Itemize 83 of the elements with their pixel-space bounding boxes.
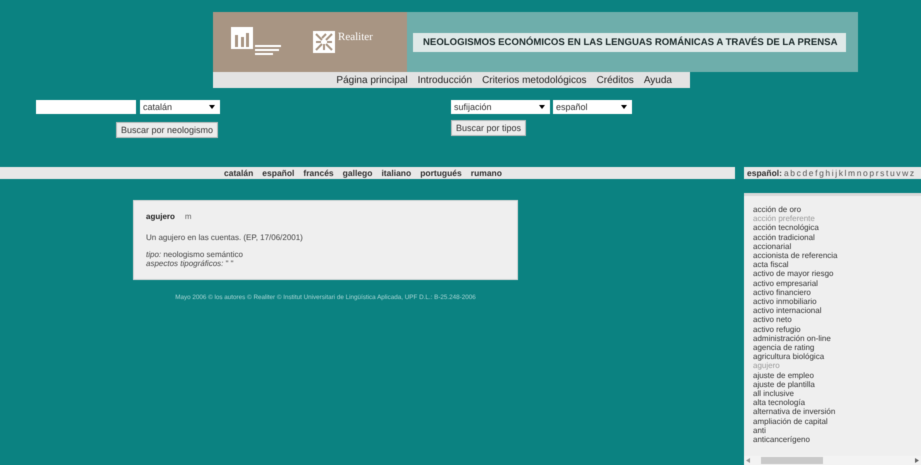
word-link[interactable]: all inclusive: [753, 389, 921, 398]
institute-logo: [231, 27, 283, 57]
caret-icon: [209, 105, 215, 109]
word-link[interactable]: activo refugio: [753, 324, 921, 334]
letter-link[interactable]: o: [863, 168, 868, 178]
letter-link[interactable]: c: [796, 168, 801, 178]
search-button[interactable]: Buscar por neologismo: [116, 122, 218, 138]
letter-link[interactable]: d: [802, 168, 808, 178]
field-label: tipo:: [146, 250, 162, 259]
word-link[interactable]: acción de oro: [753, 205, 921, 214]
word-link[interactable]: anti: [753, 426, 921, 436]
nav-link[interactable]: Introducción: [418, 74, 472, 86]
word-link[interactable]: activo de mayor riesgo: [753, 269, 921, 279]
alphabet-label: español:: [747, 168, 782, 178]
letter-link[interactable]: l: [844, 168, 846, 178]
word-link[interactable]: agencia de rating: [753, 343, 921, 352]
word-link[interactable]: alternativa de inversión: [753, 407, 921, 417]
word-link[interactable]: activo neto: [753, 315, 921, 325]
letter-link[interactable]: t: [886, 168, 888, 178]
word-link[interactable]: ajuste de empleo: [753, 370, 921, 380]
nav-link[interactable]: Página principal: [336, 74, 408, 86]
scroll-left-icon[interactable]: [746, 458, 750, 463]
dropdown[interactable]: español: [553, 100, 632, 114]
nav-link[interactable]: Criterios metodológicos: [482, 74, 587, 86]
language-link[interactable]: rumano: [470, 168, 502, 178]
word-link[interactable]: acción tradicional: [753, 232, 921, 242]
letter-link[interactable]: w: [902, 168, 908, 178]
letter-link[interactable]: g: [819, 168, 824, 178]
word-link[interactable]: acta fiscal: [753, 260, 921, 270]
search-field[interactable]: [36, 100, 136, 114]
word-link[interactable]: accionista de referencia: [753, 251, 921, 260]
letter-link[interactable]: f: [815, 168, 818, 178]
language-link[interactable]: portugués: [420, 168, 462, 178]
letter-link[interactable]: v: [896, 168, 901, 178]
language-link[interactable]: español: [262, 168, 294, 178]
letter-link[interactable]: i: [832, 168, 834, 178]
letter-link[interactable]: m: [848, 168, 856, 178]
search-button[interactable]: Buscar por tipos: [451, 120, 526, 136]
site-title: NEOLOGISMOS ECONÓMICOS EN LAS LENGUAS ROMÁNICAS A TRAVÉS DE LA PRENSA: [413, 32, 846, 52]
letter-link[interactable]: j: [835, 168, 838, 178]
language-link[interactable]: catalán: [224, 168, 254, 178]
caret-icon: [621, 105, 627, 109]
scroll-right-icon[interactable]: [915, 458, 919, 463]
language-link[interactable]: gallego: [342, 168, 372, 178]
word-link[interactable]: ajuste de plantilla: [753, 380, 921, 390]
word-link[interactable]: activo empresarial: [753, 278, 921, 288]
letter-link[interactable]: n: [856, 168, 862, 178]
grammar-category: m: [184, 212, 192, 221]
realiter-logo-icon: [313, 31, 335, 53]
language-link[interactable]: francés: [303, 168, 334, 178]
word-link[interactable]: administración on-line: [753, 334, 921, 344]
dropdown[interactable]: sufijación: [451, 100, 550, 114]
caret-icon: [539, 105, 545, 109]
language-link[interactable]: italiano: [381, 168, 412, 178]
word-link[interactable]: ampliación de capital: [753, 416, 921, 426]
word-link[interactable]: accionarial: [753, 242, 921, 252]
letter-link[interactable]: p: [869, 168, 874, 178]
dropdown[interactable]: catalán: [140, 100, 220, 114]
letter-link[interactable]: a: [784, 168, 789, 178]
letter-link[interactable]: r: [876, 168, 879, 178]
letter-link[interactable]: z: [910, 168, 914, 178]
word-link[interactable]: activo financiero: [753, 288, 921, 298]
letter-link[interactable]: k: [838, 168, 843, 178]
nav-link[interactable]: Créditos: [596, 74, 634, 86]
letter-link[interactable]: h: [825, 168, 830, 178]
word-link[interactable]: anticancerígeno: [753, 435, 921, 444]
letter-link[interactable]: s: [880, 168, 884, 178]
letter-link[interactable]: b: [790, 168, 796, 178]
word-link[interactable]: activo internacional: [753, 306, 921, 316]
word-link[interactable]: alta tecnología: [753, 398, 921, 408]
field-value: neologismo semántico: [163, 250, 243, 259]
field-label: aspectos tipográficos:: [146, 259, 224, 268]
headword: agujero: [146, 212, 175, 221]
example-sentence: Un agujero en las cuentas. (EP, 17/06/2001): [146, 233, 304, 242]
word-link[interactable]: activo inmobiliario: [753, 297, 921, 306]
scrollbar[interactable]: [744, 456, 921, 465]
word-link[interactable]: agricultura biológica: [753, 352, 921, 362]
field-value: " ": [226, 259, 234, 268]
letter-link[interactable]: u: [890, 168, 895, 178]
nav-link[interactable]: Ayuda: [644, 74, 672, 86]
logo-text: Realiter: [338, 31, 373, 43]
word-link[interactable]: acción tecnológica: [753, 223, 921, 233]
letter-link[interactable]: e: [808, 168, 814, 178]
